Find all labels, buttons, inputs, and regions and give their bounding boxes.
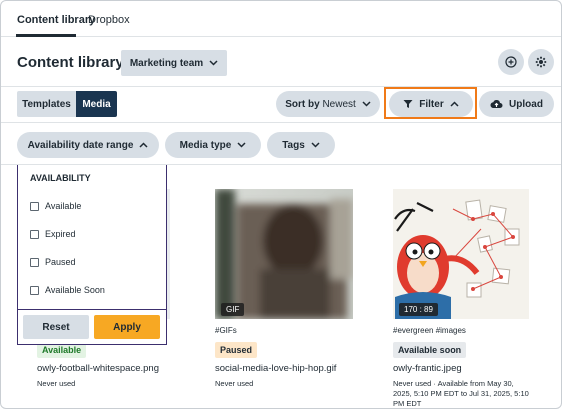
app-window: Content library Dropbox Content library … bbox=[0, 0, 562, 409]
checkbox[interactable] bbox=[30, 229, 39, 239]
chevron-down-icon bbox=[209, 60, 218, 66]
option-available[interactable]: Available bbox=[30, 201, 81, 211]
sort-label: Sort by bbox=[285, 98, 320, 110]
cloud-upload-icon bbox=[490, 100, 503, 109]
option-label: Available Soon bbox=[45, 285, 105, 295]
tab-content-library[interactable]: Content library bbox=[17, 14, 95, 26]
status-badge: Paused bbox=[215, 342, 258, 358]
sort-dropdown[interactable]: Sort by Newest bbox=[276, 91, 380, 117]
settings-button[interactable] bbox=[528, 49, 554, 75]
availability-filter-chip[interactable]: Availability date range bbox=[17, 132, 159, 158]
apply-button[interactable]: Apply bbox=[94, 315, 160, 339]
filter-highlight-box bbox=[384, 87, 477, 119]
tab-templates[interactable]: Templates bbox=[17, 91, 76, 117]
media-type-overlay: GIF bbox=[221, 303, 245, 316]
add-button[interactable] bbox=[498, 49, 524, 75]
option-label: Expired bbox=[45, 229, 76, 239]
media-filename[interactable]: social-media-love-hip-hop.gif bbox=[215, 363, 336, 374]
upload-label: Upload bbox=[509, 98, 543, 110]
checkbox[interactable] bbox=[30, 201, 39, 211]
blurred-photo-image bbox=[215, 189, 353, 319]
media-thumbnail[interactable]: 170 : 89 bbox=[393, 189, 529, 319]
tab-dropbox[interactable]: Dropbox bbox=[88, 14, 130, 26]
media-toolbar: Templates Media Sort by Newest Filter Up… bbox=[1, 87, 561, 123]
owl-illustration-image bbox=[393, 189, 529, 319]
dropdown-divider bbox=[18, 309, 166, 310]
team-select[interactable]: Marketing team bbox=[121, 50, 227, 76]
tab-media[interactable]: Media bbox=[76, 91, 117, 117]
media-usage-line: 2025, 5:10 PM EDT to Jul 31, 2025, 5:10 bbox=[393, 389, 529, 398]
gear-icon bbox=[535, 56, 547, 68]
chevron-down-icon bbox=[311, 142, 320, 148]
media-usage: Never used bbox=[37, 379, 76, 388]
dropdown-title: AVAILABILITY bbox=[30, 173, 91, 183]
page-title: Content library bbox=[17, 54, 124, 71]
media-type-filter-label: Media type bbox=[179, 139, 232, 151]
aspect-ratio-overlay: 170 : 89 bbox=[399, 303, 438, 316]
chevron-down-icon bbox=[237, 142, 246, 148]
page-header: Content library Marketing team bbox=[1, 37, 561, 87]
chevron-down-icon bbox=[362, 101, 371, 107]
availability-dropdown: AVAILABILITY Available Expired Paused Av… bbox=[17, 165, 167, 345]
filter-chips-row: Availability date range Media type Tags bbox=[1, 123, 561, 165]
media-filename[interactable]: owly-frantic.jpeg bbox=[393, 363, 462, 374]
media-filename[interactable]: owly-football-whitespace.png bbox=[37, 363, 159, 374]
reset-button[interactable]: Reset bbox=[23, 315, 89, 339]
tags-filter-chip[interactable]: Tags bbox=[267, 132, 335, 158]
media-type-filter-chip[interactable]: Media type bbox=[165, 132, 261, 158]
media-thumbnail[interactable]: GIF bbox=[215, 189, 353, 319]
status-badge: Available soon bbox=[393, 342, 467, 358]
availability-filter-label: Availability date range bbox=[27, 139, 134, 151]
option-expired[interactable]: Expired bbox=[30, 229, 76, 239]
top-tabs: Content library Dropbox bbox=[1, 1, 561, 37]
media-tags: #evergreen #images bbox=[393, 326, 466, 335]
sort-value: Newest bbox=[322, 98, 356, 110]
option-label: Available bbox=[45, 201, 82, 211]
plus-circle-icon bbox=[505, 56, 517, 68]
checkbox[interactable] bbox=[30, 257, 39, 267]
media-usage-line: Never used · Available from May 30, bbox=[393, 379, 514, 388]
tags-filter-label: Tags bbox=[282, 139, 305, 151]
media-usage: Never used bbox=[215, 379, 254, 388]
checkbox[interactable] bbox=[30, 285, 39, 295]
media-thumbnail[interactable] bbox=[167, 189, 170, 319]
media-usage-line: PM EDT bbox=[393, 399, 422, 408]
option-label: Paused bbox=[45, 257, 76, 267]
option-available-soon[interactable]: Available Soon bbox=[30, 285, 105, 295]
team-select-label: Marketing team bbox=[129, 57, 204, 69]
media-tags: #GIFs bbox=[215, 326, 237, 335]
upload-button[interactable]: Upload bbox=[479, 91, 554, 117]
option-paused[interactable]: Paused bbox=[30, 257, 76, 267]
chevron-up-icon bbox=[139, 142, 148, 148]
